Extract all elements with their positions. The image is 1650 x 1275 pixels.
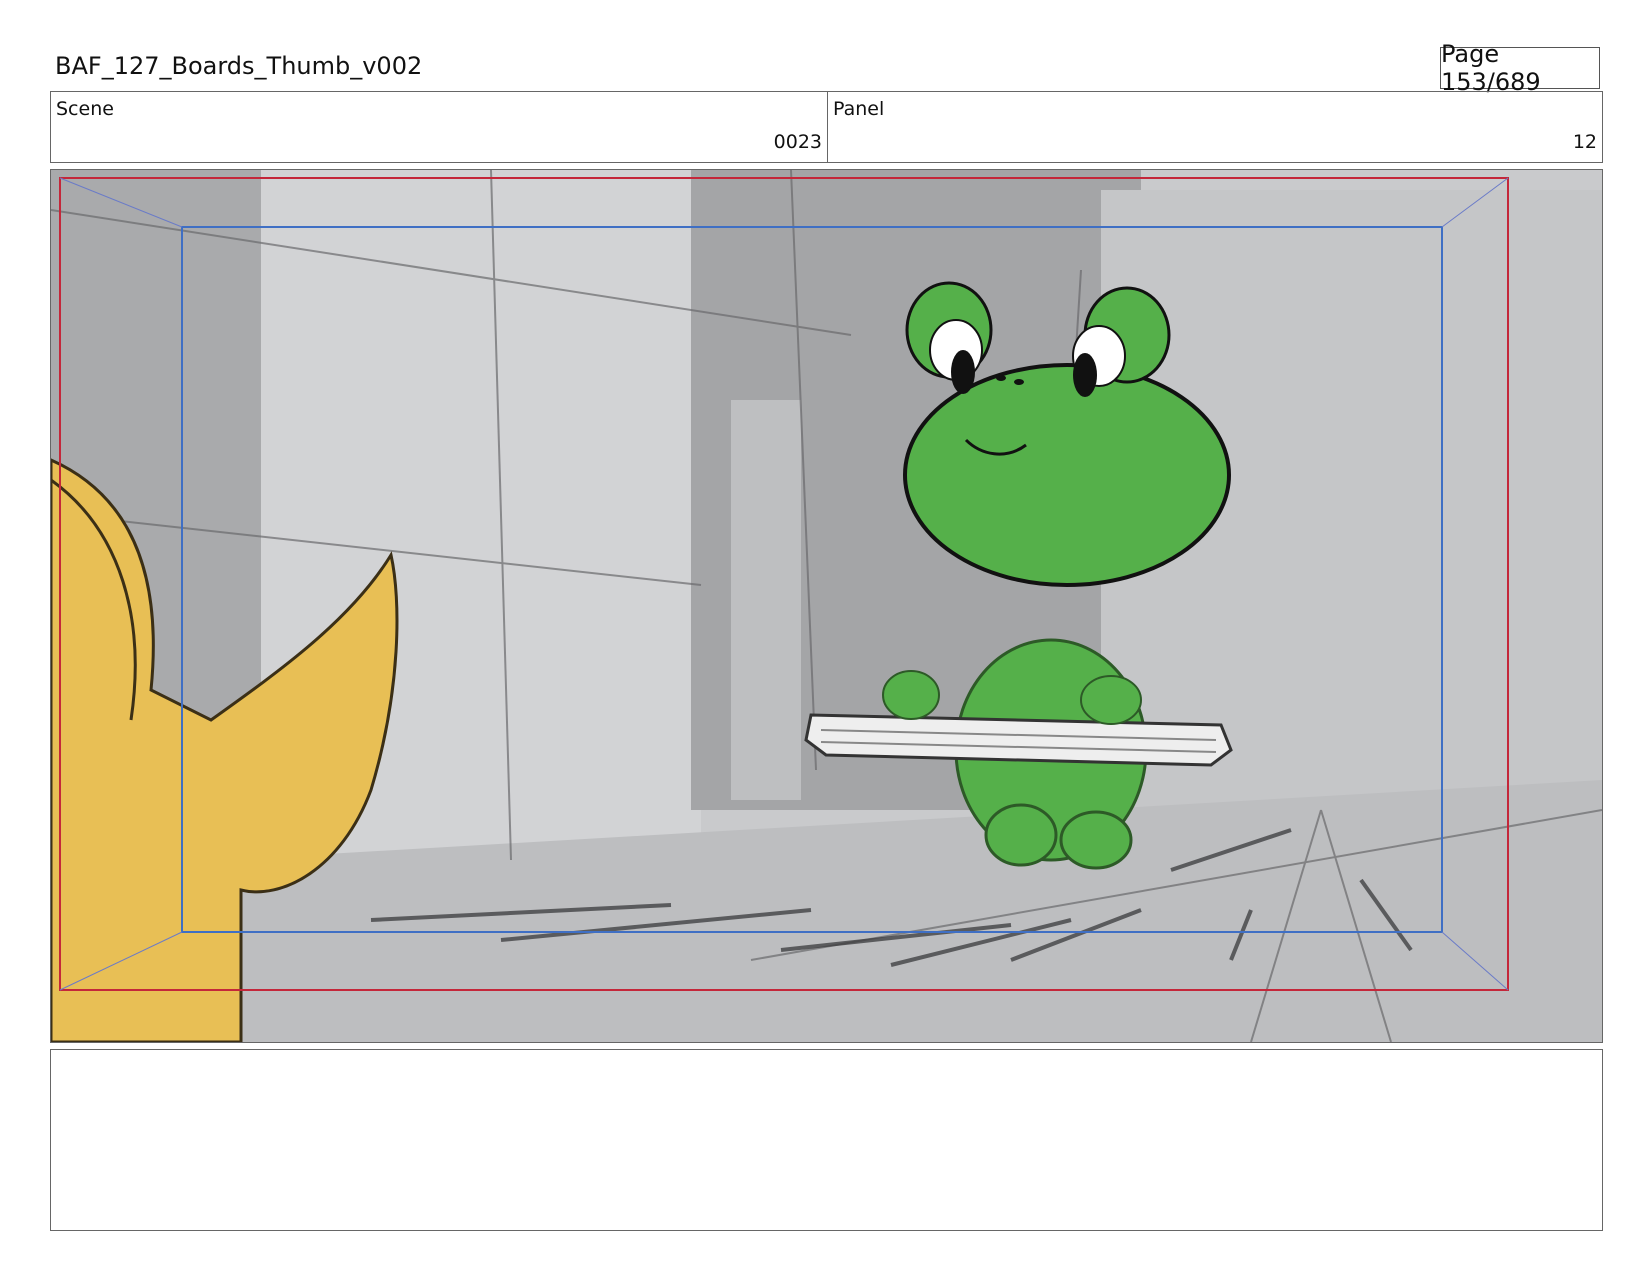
panel-drawing [51,170,1602,1042]
doorway [731,400,801,800]
scene-cell: Scene 0023 [51,92,828,162]
panel-cell: Panel 12 [828,92,1602,162]
panel-label: Panel [833,98,885,120]
panel-number: 12 [1572,131,1597,153]
keyboard [804,713,1233,767]
scene-label: Scene [56,98,114,120]
notes-box [50,1049,1603,1231]
scene-number: 0023 [773,131,822,153]
document-title: BAF_127_Boards_Thumb_v002 [55,52,423,80]
page-number-box: Page 153/689 [1440,40,1600,96]
scene-panel-info: Scene 0023 Panel 12 [50,91,1603,163]
storyboard-panel-image [50,169,1603,1043]
